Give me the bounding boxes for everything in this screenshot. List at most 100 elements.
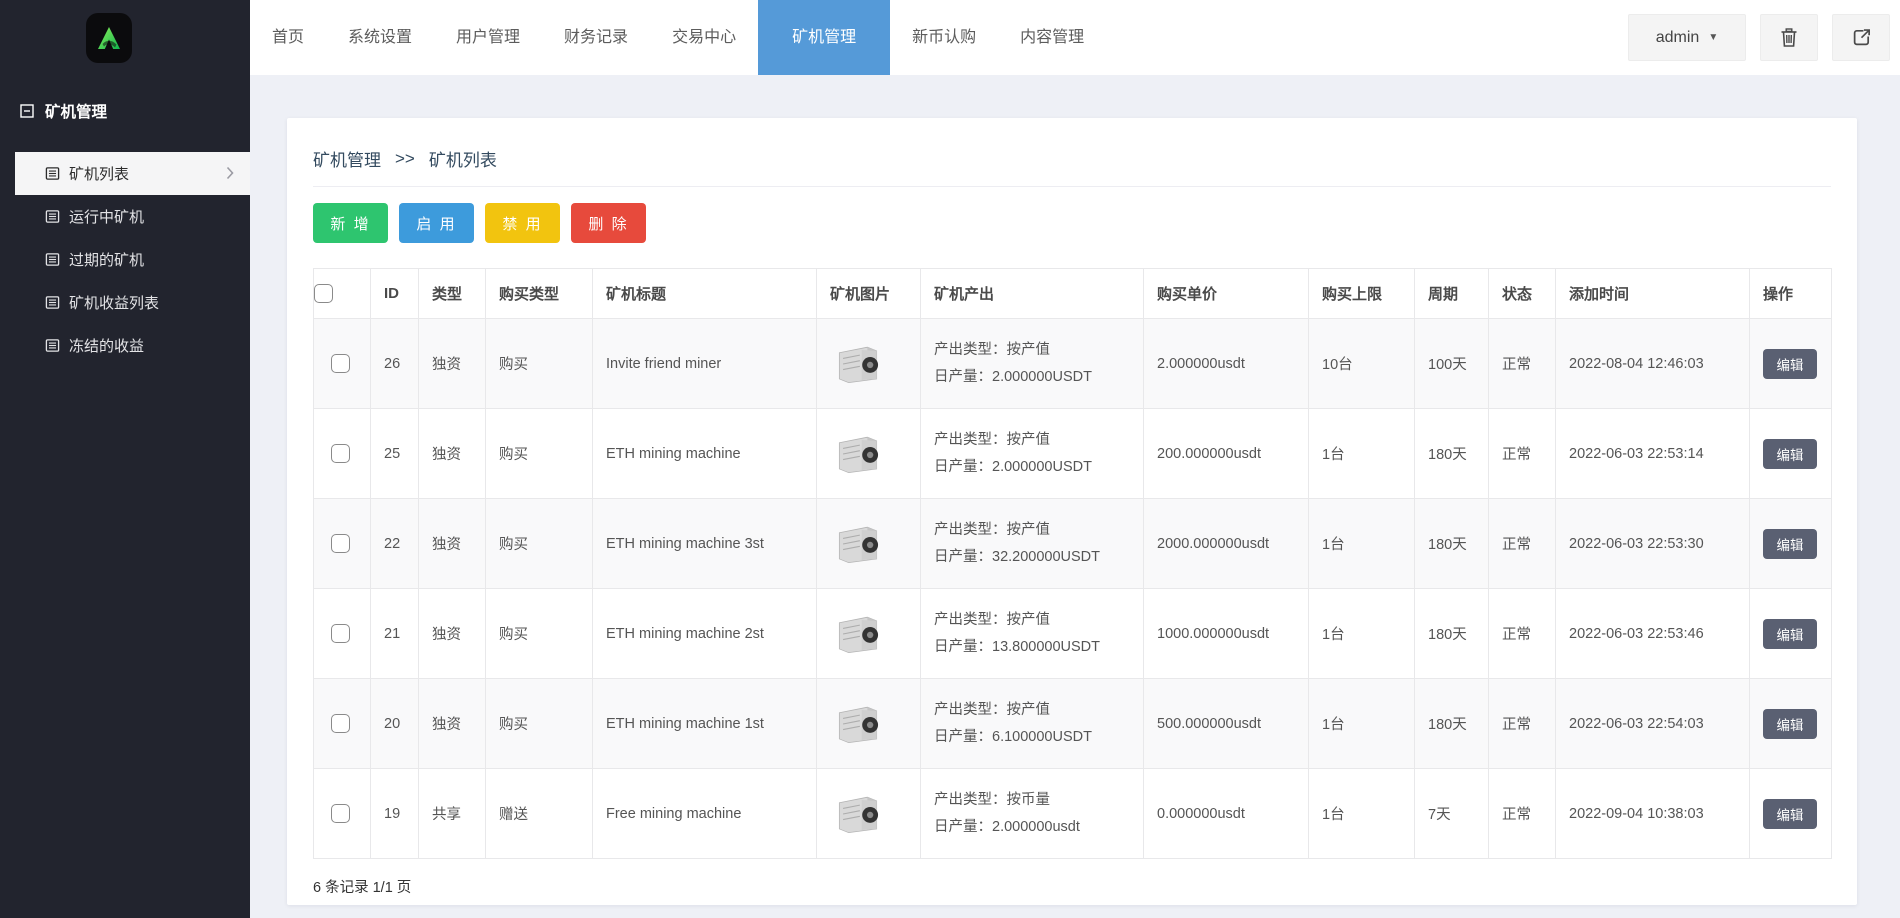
cell-type: 独资	[418, 318, 486, 409]
select-all-checkbox[interactable]	[314, 284, 333, 303]
sidebar-item-expired-miners[interactable]: 过期的矿机	[15, 238, 250, 281]
chevron-down-icon: ▼	[1708, 32, 1719, 43]
share-icon	[1853, 29, 1870, 46]
cell-output: 产出类型：按产值 日产量：2.000000USDT	[920, 408, 1144, 499]
cell-actions: 编辑	[1749, 408, 1832, 499]
cell-actions: 编辑	[1749, 318, 1832, 409]
output-type: 产出类型：按产值	[934, 611, 1050, 628]
col-status: 状态	[1488, 268, 1556, 319]
output-daily: 日产量：6.100000USDT	[934, 728, 1092, 745]
cell-title: ETH mining machine	[592, 408, 817, 499]
row-checkbox[interactable]	[330, 804, 350, 823]
row-checkbox[interactable]	[330, 534, 350, 553]
cell-id: 19	[370, 768, 419, 859]
trash-icon	[1781, 28, 1797, 47]
col-price: 购买单价	[1143, 268, 1309, 319]
chevron-right-icon	[226, 166, 234, 180]
sidebar-item-label: 冻结的收益	[69, 338, 145, 355]
collapse-minus-icon	[20, 104, 34, 118]
nav-item-content-management[interactable]: 内容管理	[998, 0, 1106, 75]
table-row: 19 共享 赠送 Free mining machine 产出类型：按币量 日产量：2.0…	[313, 768, 1832, 859]
delete-button[interactable]: 删 除	[571, 203, 646, 243]
cell-price: 500.000000usdt	[1143, 678, 1309, 769]
col-output: 矿机产出	[920, 268, 1144, 319]
output-daily: 日产量：2.000000USDT	[934, 368, 1092, 385]
row-select-cell	[313, 318, 371, 409]
cell-buy-type: 购买	[485, 678, 593, 769]
nav-item-trade-center[interactable]: 交易中心	[650, 0, 758, 75]
cell-output: 产出类型：按产值 日产量：32.200000USDT	[920, 498, 1144, 589]
list-icon	[45, 252, 60, 267]
cell-actions: 编辑	[1749, 768, 1832, 859]
logout-button[interactable]	[1832, 14, 1890, 61]
nav-item-system-settings[interactable]: 系统设置	[326, 0, 434, 75]
col-type: 类型	[418, 268, 486, 319]
table-row: 21 独资 购买 ETH mining machine 2st 产出类型：按产值 日产量：…	[313, 588, 1832, 679]
edit-button[interactable]: 编辑	[1763, 348, 1817, 379]
edit-button[interactable]: 编辑	[1763, 438, 1817, 469]
add-button[interactable]: 新 增	[313, 203, 388, 243]
brand-a-logo[interactable]	[86, 13, 132, 63]
sidebar-item-running-miners[interactable]: 运行中矿机	[15, 195, 250, 238]
cell-price: 0.000000usdt	[1143, 768, 1309, 859]
enable-button[interactable]: 启 用	[399, 203, 474, 243]
clear-cache-button[interactable]	[1760, 14, 1818, 61]
col-added-time: 添加时间	[1555, 268, 1750, 319]
cell-added-time: 2022-06-03 22:53:14	[1555, 408, 1750, 499]
output-daily: 日产量：2.000000USDT	[934, 458, 1092, 475]
miner-table: ID 类型 购买类型 矿机标题 矿机图片 矿机产出 购买单价 购买上限 周期 状…	[313, 268, 1832, 859]
cell-status: 正常	[1488, 498, 1556, 589]
cell-output: 产出类型：按币量 日产量：2.000000usdt	[920, 768, 1144, 859]
sidebar-item-miner-list[interactable]: 矿机列表	[15, 152, 250, 195]
disable-button[interactable]: 禁 用	[485, 203, 560, 243]
row-checkbox[interactable]	[330, 444, 350, 463]
list-icon	[45, 166, 60, 181]
cell-price: 2.000000usdt	[1143, 318, 1309, 409]
cell-status: 正常	[1488, 408, 1556, 499]
sidebar-section-header[interactable]: 矿机管理	[20, 100, 250, 122]
admin-dropdown[interactable]: admin ▼	[1628, 14, 1746, 61]
cell-period: 7天	[1414, 768, 1489, 859]
nav-item-finance-records[interactable]: 财务记录	[542, 0, 650, 75]
record-count: 6 条记录 1/1 页	[313, 880, 412, 896]
cell-id: 25	[370, 408, 419, 499]
cell-id: 22	[370, 498, 419, 589]
cell-image	[816, 498, 921, 589]
edit-button[interactable]: 编辑	[1763, 618, 1817, 649]
cell-type: 独资	[418, 678, 486, 769]
cell-added-time: 2022-09-04 10:38:03	[1555, 768, 1750, 859]
cell-output: 产出类型：按产值 日产量：6.100000USDT	[920, 678, 1144, 769]
cell-period: 180天	[1414, 408, 1489, 499]
nav-item-new-coin[interactable]: 新币认购	[890, 0, 998, 75]
sidebar-item-label: 运行中矿机	[69, 209, 145, 226]
cell-id: 21	[370, 588, 419, 679]
list-icon	[45, 338, 60, 353]
miner-image	[830, 522, 886, 566]
nav-item-user-management[interactable]: 用户管理	[434, 0, 542, 75]
nav-item-miner-management[interactable]: 矿机管理	[758, 0, 891, 75]
edit-button[interactable]: 编辑	[1763, 708, 1817, 739]
top-navbar: 首页 系统设置 用户管理 财务记录 交易中心 矿机管理 新币认购 内容管理 ad…	[0, 0, 1900, 75]
cell-price: 1000.000000usdt	[1143, 588, 1309, 679]
row-checkbox[interactable]	[330, 354, 350, 373]
sidebar-item-frozen-income[interactable]: 冻结的收益	[15, 324, 250, 367]
cell-added-time: 2022-08-04 12:46:03	[1555, 318, 1750, 409]
cell-added-time: 2022-06-03 22:53:30	[1555, 498, 1750, 589]
breadcrumb-parent[interactable]: 矿机管理	[313, 146, 381, 171]
select-all-cell	[313, 268, 371, 319]
table-row: 22 独资 购买 ETH mining machine 3st 产出类型：按产值 日产量：…	[313, 498, 1832, 589]
nav-item-home[interactable]: 首页	[250, 0, 326, 75]
sidebar-item-miner-income-list[interactable]: 矿机收益列表	[15, 281, 250, 324]
miner-image	[830, 792, 886, 836]
edit-button[interactable]: 编辑	[1763, 798, 1817, 829]
table-row: 20 独资 购买 ETH mining machine 1st 产出类型：按产值 日产量：…	[313, 678, 1832, 769]
edit-button[interactable]: 编辑	[1763, 528, 1817, 559]
cell-added-time: 2022-06-03 22:53:46	[1555, 588, 1750, 679]
row-checkbox[interactable]	[330, 624, 350, 643]
cell-id: 26	[370, 318, 419, 409]
row-select-cell	[313, 678, 371, 769]
breadcrumb-current[interactable]: 矿机列表	[429, 146, 497, 171]
cell-status: 正常	[1488, 588, 1556, 679]
row-checkbox[interactable]	[330, 714, 350, 733]
cell-buy-type: 购买	[485, 498, 593, 589]
